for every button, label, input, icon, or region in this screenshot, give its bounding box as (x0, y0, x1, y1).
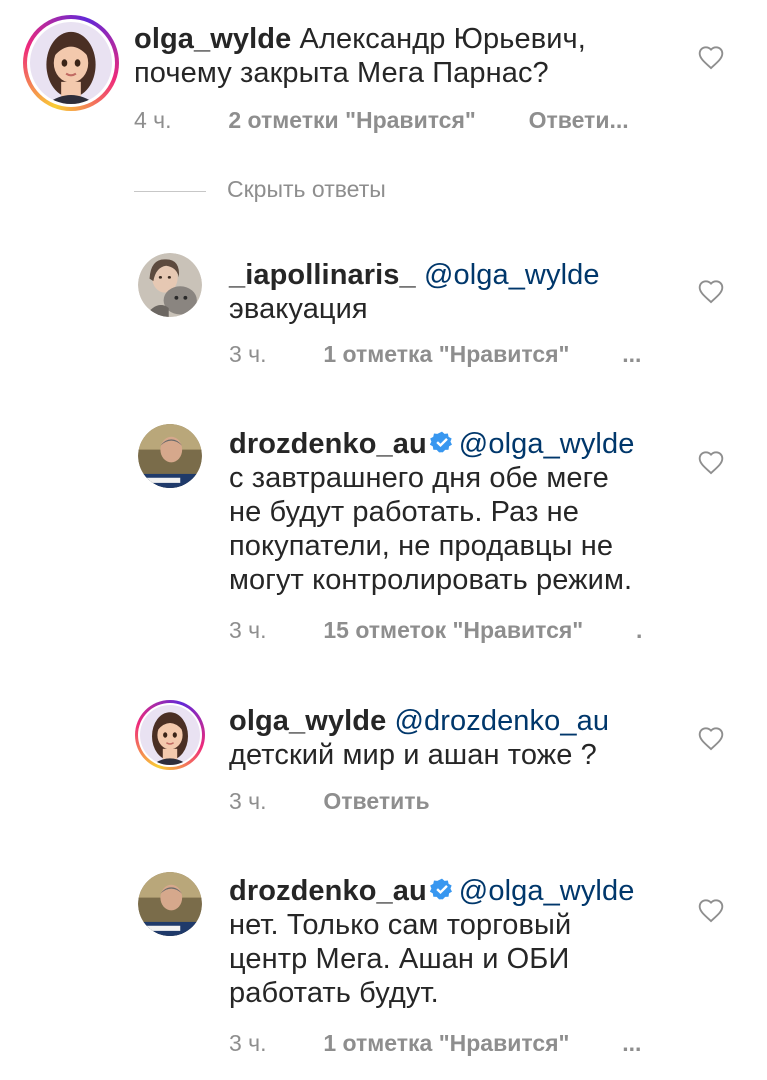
comment-time: 3 ч. (229, 341, 267, 367)
memoji-avatar-icon (30, 22, 112, 104)
hide-replies-label[interactable]: Скрыть ответы (227, 176, 386, 203)
avatar-olga-wylde[interactable] (23, 15, 119, 111)
user-photo-icon (138, 424, 202, 488)
comment-time: 3 ч. (229, 617, 267, 643)
reply-button[interactable]: Ответи... (529, 107, 629, 133)
comment-text: покупатели, не продавцы не (229, 530, 614, 562)
more-options-button[interactable]: ... (622, 1030, 641, 1056)
avatar-drozdenko[interactable] (138, 872, 202, 936)
reply-button[interactable]: Ответить (323, 788, 429, 814)
heart-outline-icon[interactable] (697, 44, 725, 70)
likes-count-link[interactable]: 1 отметка "Нравится" (323, 1030, 569, 1056)
verified-badge-icon (429, 878, 452, 900)
user-photo-icon (138, 872, 202, 936)
avatar-olga-wylde[interactable] (135, 700, 205, 770)
avatar-drozdenko[interactable] (138, 424, 202, 488)
user-photo-icon (138, 253, 202, 317)
heart-outline-icon[interactable] (697, 449, 725, 475)
likes-count-link[interactable]: 15 отметок "Нравится" (323, 617, 583, 643)
comment-text: нет. Только сам торговый (229, 909, 572, 941)
more-options-button[interactable]: ... (622, 341, 641, 367)
comment-text: с завтрашнего дня обе меге (229, 462, 609, 494)
mention-link[interactable]: @olga_wylde (424, 259, 600, 291)
heart-outline-icon[interactable] (697, 725, 725, 751)
mention-link[interactable]: @drozdenko_au (395, 705, 610, 737)
comment-text: Александр Юрьевич, (299, 23, 586, 55)
heart-outline-icon[interactable] (697, 897, 725, 923)
comment-username[interactable]: _iapollinaris_ (229, 259, 416, 291)
verified-badge-icon (429, 431, 452, 453)
mention-link[interactable]: @olga_wylde (459, 428, 635, 460)
comment-time: 3 ч. (229, 1030, 267, 1056)
comment-username[interactable]: olga_wylde (134, 23, 291, 55)
comment-text: не будут работать. Раз не (229, 496, 579, 528)
more-options-button[interactable]: . (636, 617, 642, 643)
comment-time: 4 ч. (134, 107, 172, 133)
comment-username[interactable]: drozdenko_au (229, 875, 427, 907)
comment-text: эвакуация (229, 293, 368, 325)
comment-username[interactable]: olga_wylde (229, 705, 386, 737)
comment-time: 3 ч. (229, 788, 267, 814)
likes-count-link[interactable]: 1 отметка "Нравится" (323, 341, 569, 367)
mention-link[interactable]: @olga_wylde (459, 875, 635, 907)
comment-text: почему закрыта Мега Парнас? (134, 57, 549, 89)
comment-text: центр Мега. Ашан и ОБИ (229, 943, 570, 975)
heart-outline-icon[interactable] (697, 278, 725, 304)
comment-text: работать будут. (229, 977, 439, 1009)
hide-replies-divider (134, 191, 206, 192)
comment-username[interactable]: drozdenko_au (229, 428, 427, 460)
avatar-iapollinaris[interactable] (138, 253, 202, 317)
comment-text: детский мир и ашан тоже ? (229, 739, 597, 771)
likes-count-link[interactable]: 2 отметки "Нравится" (228, 107, 475, 133)
memoji-avatar-icon (140, 705, 200, 765)
comment-text: могут контролировать режим. (229, 564, 633, 596)
